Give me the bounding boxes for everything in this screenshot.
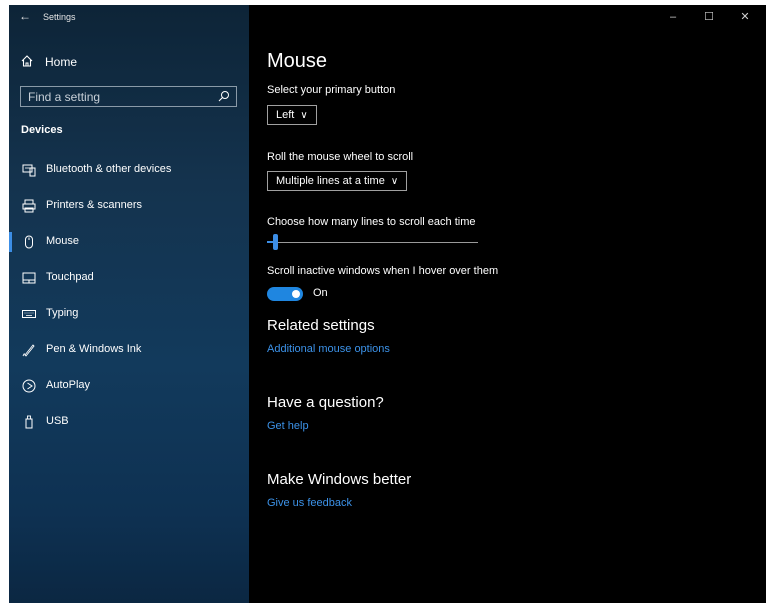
usb-icon bbox=[21, 414, 37, 430]
pen-icon bbox=[21, 342, 37, 358]
back-arrow-icon[interactable]: ← bbox=[19, 9, 31, 23]
section-heading-devices: Devices bbox=[21, 124, 63, 136]
autoplay-icon bbox=[21, 378, 37, 394]
page-title: Mouse bbox=[267, 50, 328, 72]
home-label: Home bbox=[45, 55, 78, 69]
sidebar: ← Settings Home Devices Bluetooth & othe… bbox=[9, 5, 249, 603]
related-settings-heading: Related settings bbox=[267, 317, 375, 334]
scroll-mode-value: Multiple lines at a time bbox=[276, 175, 385, 187]
scroll-mode-dropdown[interactable]: Multiple lines at a time ∨ bbox=[267, 171, 408, 191]
inactive-scroll-toggle[interactable] bbox=[267, 287, 303, 301]
sidebar-item-printers[interactable]: Printers & scanners bbox=[9, 194, 249, 218]
sidebar-item-label: Bluetooth & other devices bbox=[46, 163, 172, 175]
settings-window: ← Settings Home Devices Bluetooth & othe… bbox=[9, 5, 766, 603]
have-a-question-heading: Have a question? bbox=[267, 394, 384, 411]
main-panel: – ☐ ✕ Mouse Select your primary button L… bbox=[249, 5, 766, 603]
make-windows-better-heading: Make Windows better bbox=[267, 471, 412, 488]
primary-button-label: Select your primary button bbox=[267, 84, 396, 96]
lines-to-scroll-slider[interactable] bbox=[267, 234, 478, 250]
sidebar-item-label: AutoPlay bbox=[46, 379, 91, 391]
mouse-icon bbox=[21, 234, 37, 250]
inactive-scroll-label: Scroll inactive windows when I hover ove… bbox=[267, 265, 499, 277]
sidebar-item-label: Pen & Windows Ink bbox=[46, 343, 142, 355]
primary-button-dropdown[interactable]: Left ∨ bbox=[267, 105, 317, 125]
additional-mouse-options-link[interactable]: Additional mouse options bbox=[267, 343, 390, 355]
sidebar-item-pen[interactable]: Pen & Windows Ink bbox=[9, 338, 249, 362]
sidebar-item-autoplay[interactable]: AutoPlay bbox=[9, 374, 249, 398]
search-box[interactable] bbox=[20, 86, 237, 107]
chevron-down-icon: ∨ bbox=[390, 176, 399, 187]
chevron-down-icon: ∨ bbox=[300, 110, 308, 121]
sidebar-item-label: Printers & scanners bbox=[46, 199, 142, 211]
give-feedback-link[interactable]: Give us feedback bbox=[267, 497, 352, 509]
maximize-button[interactable]: ☐ bbox=[694, 7, 724, 27]
window-controls: – ☐ ✕ bbox=[656, 5, 766, 31]
sidebar-item-label: Typing bbox=[46, 307, 79, 319]
touchpad-icon bbox=[21, 270, 37, 286]
sidebar-item-label: Touchpad bbox=[46, 271, 94, 283]
get-help-link[interactable]: Get help bbox=[267, 420, 309, 432]
sidebar-item-label: Mouse bbox=[46, 235, 80, 247]
lines-to-scroll-label: Choose how many lines to scroll each tim… bbox=[267, 216, 476, 228]
slider-thumb[interactable] bbox=[273, 234, 278, 250]
title-bar: ← Settings bbox=[9, 5, 249, 31]
home-nav-item[interactable]: Home bbox=[9, 51, 249, 73]
sidebar-item-bluetooth[interactable]: Bluetooth & other devices bbox=[9, 158, 249, 182]
search-icon[interactable] bbox=[218, 90, 230, 102]
sidebar-item-typing[interactable]: Typing bbox=[9, 302, 249, 326]
bluetooth-devices-icon bbox=[21, 162, 37, 178]
sidebar-item-mouse[interactable]: Mouse bbox=[9, 230, 249, 254]
sidebar-item-label: USB bbox=[46, 415, 69, 427]
keyboard-icon bbox=[21, 306, 37, 322]
search-input[interactable] bbox=[21, 87, 211, 106]
sidebar-item-usb[interactable]: USB bbox=[9, 410, 249, 434]
sidebar-item-touchpad[interactable]: Touchpad bbox=[9, 266, 249, 290]
toggle-knob bbox=[292, 290, 300, 298]
toggle-state-label: On bbox=[313, 287, 328, 299]
primary-button-value: Left bbox=[276, 109, 295, 121]
scroll-mode-label: Roll the mouse wheel to scroll bbox=[267, 151, 414, 163]
home-icon bbox=[20, 54, 34, 68]
close-button[interactable]: ✕ bbox=[730, 7, 760, 27]
app-title: Settings bbox=[43, 12, 76, 22]
slider-track bbox=[267, 242, 478, 243]
printer-icon bbox=[21, 198, 37, 214]
minimize-button[interactable]: – bbox=[658, 7, 688, 27]
